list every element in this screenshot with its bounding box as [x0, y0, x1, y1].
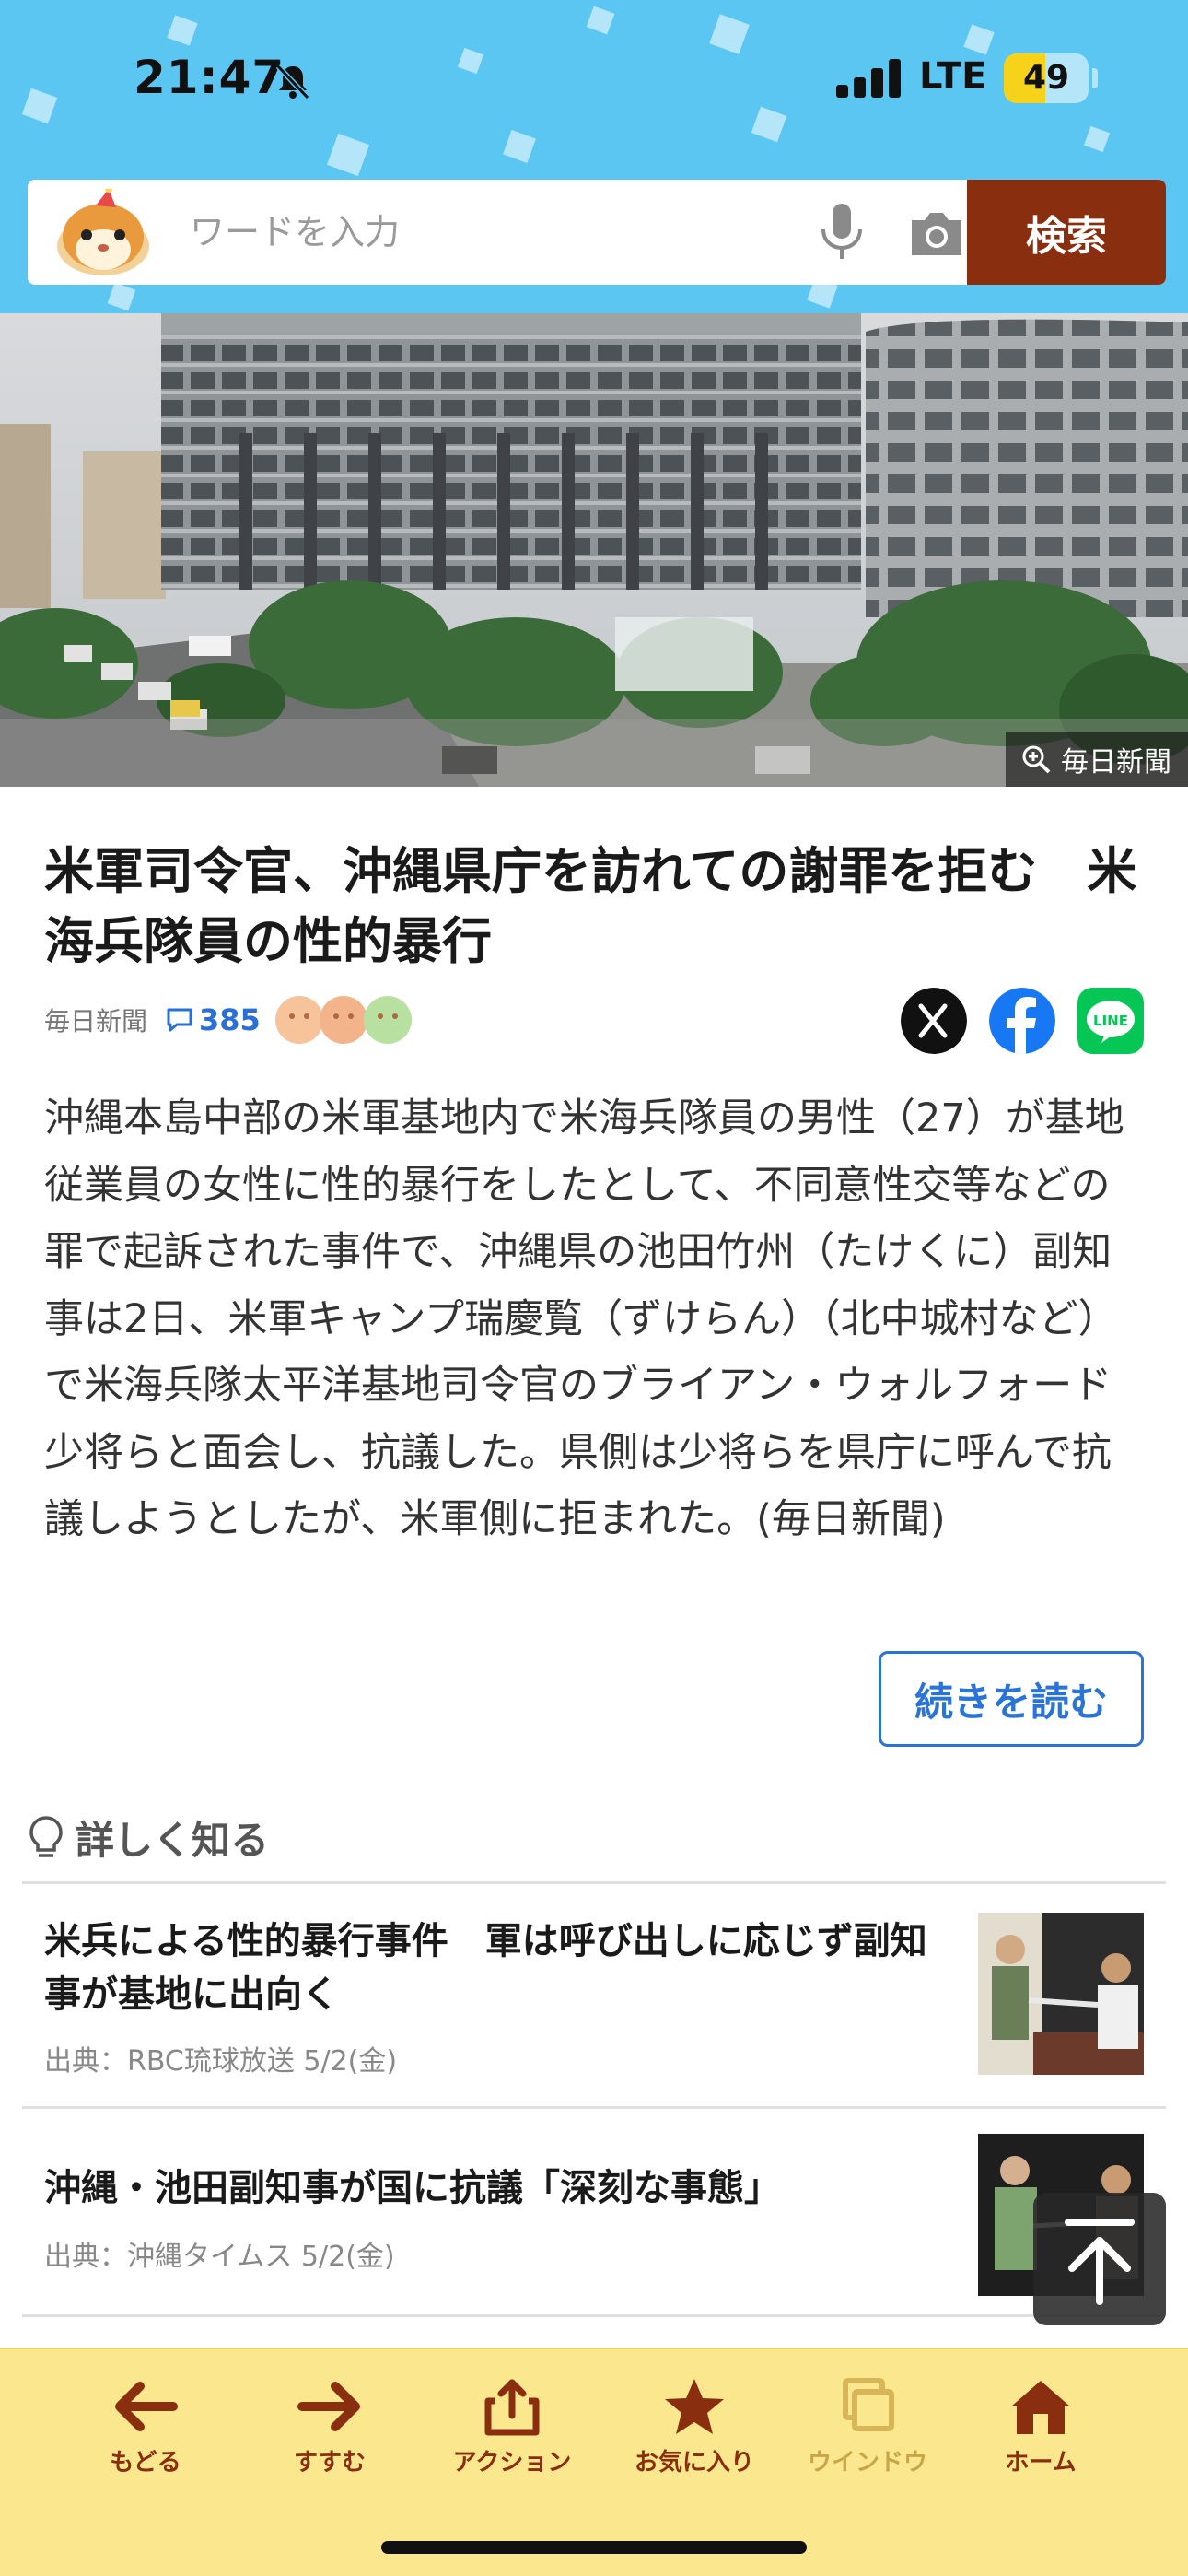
confetti-decoration: [107, 282, 136, 311]
reaction-face-icon: [319, 996, 367, 1044]
toolbar-windows[interactable]: ウインドウ: [775, 2377, 960, 2477]
toolbar-label: ウインドウ: [807, 2449, 927, 2476]
confetti-decoration: [167, 15, 198, 46]
home-indicator[interactable]: [381, 2541, 807, 2554]
toolbar-label: アクション: [452, 2449, 572, 2476]
signal-strength-icon: [836, 57, 903, 98]
confetti-decoration: [751, 106, 787, 143]
confetti-decoration: [503, 130, 536, 163]
article-meta: 毎日新聞 385: [44, 993, 412, 1047]
building-photo: [0, 313, 1188, 787]
mascot-logo-icon: [57, 189, 149, 275]
silent-bell-icon: [275, 64, 310, 100]
search-input[interactable]: [190, 180, 779, 285]
comment-icon: [167, 1008, 192, 1032]
toolbar-label: お気に入り: [634, 2449, 754, 2476]
battery-percent: 49: [1022, 59, 1070, 97]
camera-icon[interactable]: [906, 207, 967, 259]
image-credit-text: 毎日新聞: [1061, 746, 1171, 779]
search-button[interactable]: 検索: [967, 180, 1166, 285]
toolbar-forward[interactable]: すすむ: [238, 2377, 422, 2477]
related-item-source: 出典：RBC琉球放送 5/2(金): [44, 2045, 398, 2078]
confetti-decoration: [1083, 125, 1111, 153]
microphone-icon[interactable]: [816, 202, 868, 263]
share-line-icon[interactable]: LINE: [1077, 988, 1144, 1054]
confetti-decoration: [326, 133, 370, 177]
confetti-decoration: [586, 6, 615, 35]
arrow-up-to-top-icon: [1065, 2219, 1135, 2305]
status-time: 21:47: [134, 51, 285, 104]
share-icon: [484, 2379, 540, 2436]
article-source: 毎日新聞: [44, 1006, 148, 1036]
read-more-button[interactable]: 続きを読む: [879, 1651, 1144, 1747]
toolbar-label: ホーム: [1005, 2449, 1077, 2476]
toolbar-action[interactable]: アクション: [420, 2377, 604, 2477]
divider: [22, 2314, 1166, 2317]
share-facebook-icon[interactable]: [989, 988, 1055, 1054]
reaction-face-icon: [274, 996, 323, 1044]
comments-link[interactable]: 385: [166, 1002, 261, 1037]
related-heading-text: 詳しく知る: [76, 1818, 270, 1863]
home-icon: [1011, 2381, 1070, 2434]
confetti-decoration: [709, 14, 750, 54]
windows-icon: [843, 2378, 894, 2431]
lightbulb-icon: [29, 1815, 63, 1857]
search-bar: 検索: [28, 180, 1166, 285]
share-x-icon[interactable]: [901, 988, 967, 1054]
network-type: LTE: [919, 55, 987, 98]
article-summary: 沖縄本島中部の米軍基地内で米海兵隊員の男性（27）が基地従業員の女性に性的暴行を…: [44, 1095, 1124, 1542]
confetti-decoration: [457, 47, 484, 75]
star-icon: [665, 2379, 724, 2434]
related-item-title[interactable]: 沖縄・池田副知事が国に抗議「深刻な事態」: [44, 2161, 956, 2215]
related-item-thumbnail: [978, 1913, 1144, 2075]
confetti-decoration: [963, 24, 995, 55]
battery-nub: [1092, 68, 1098, 88]
toolbar-back[interactable]: もどる: [53, 2377, 238, 2477]
zoom-icon: [1022, 745, 1051, 774]
confetti-decoration: [21, 88, 58, 124]
svg-text:LINE: LINE: [1093, 1013, 1128, 1029]
related-item-title[interactable]: 米兵による性的暴行事件 軍は呼び出しに応じず副知事が基地に出向く: [44, 1914, 956, 2021]
comment-count: 385: [199, 1002, 261, 1037]
article-hero-image[interactable]: 毎日新聞: [0, 313, 1188, 787]
related-item-source: 出典：沖縄タイムス 5/2(金): [44, 2241, 395, 2273]
divider: [22, 1881, 1166, 1884]
app-header: 21:47 LTE 49 ワードを入力 検索: [0, 0, 1188, 313]
toolbar-label: もどる: [110, 2449, 181, 2476]
toolbar-favorites[interactable]: お気に入り: [602, 2377, 786, 2477]
divider: [22, 2106, 1166, 2109]
toolbar-label: すすむ: [293, 2449, 366, 2476]
article-title: 米軍司令官、沖縄県庁を訪れての謝罪を拒む 米海兵隊員の性的暴行: [44, 842, 1137, 970]
image-credit: 毎日新聞: [1006, 732, 1188, 787]
toolbar-home[interactable]: ホーム: [949, 2377, 1133, 2477]
arrow-right-icon: [297, 2382, 360, 2431]
reaction-faces[interactable]: [274, 996, 412, 1044]
battery-indicator: 49: [1004, 53, 1089, 103]
arrow-left-icon: [115, 2382, 178, 2431]
related-heading: 詳しく知る: [28, 1809, 269, 1866]
scroll-to-top-button[interactable]: [1033, 2193, 1166, 2325]
reaction-face-icon: [363, 996, 412, 1044]
